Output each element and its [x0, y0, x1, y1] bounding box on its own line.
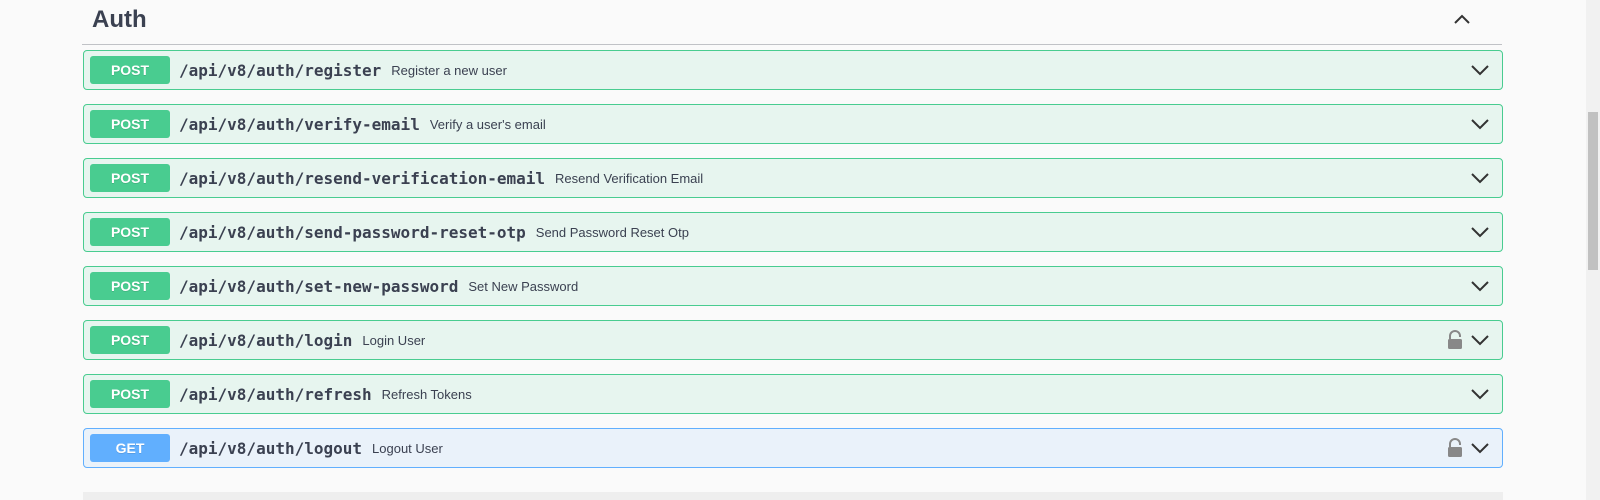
operation-summary-row: /api/v8/auth/send-password-reset-otp Sen… [179, 213, 689, 251]
method-badge: POST [90, 56, 170, 84]
operation-path: /api/v8/auth/login [179, 330, 353, 350]
scrollbar-thumb[interactable] [1588, 112, 1598, 270]
operation-path: /api/v8/auth/logout [179, 438, 363, 458]
section-header-auth[interactable]: Auth [82, 0, 1502, 45]
operation-summary: Verify a user's email [429, 116, 546, 132]
operation-summary-row: /api/v8/auth/verify-email Verify a user'… [179, 105, 546, 143]
operation-summary: Set New Password [468, 278, 579, 294]
operation-send-password-reset-otp[interactable]: POST /api/v8/auth/send-password-reset-ot… [83, 212, 1503, 252]
operation-logout[interactable]: GET /api/v8/auth/logout Logout User [83, 428, 1503, 468]
method-badge: POST [90, 164, 170, 192]
operation-register[interactable]: POST /api/v8/auth/register Register a ne… [83, 50, 1503, 90]
operation-path: /api/v8/auth/resend-verification-email [179, 168, 546, 188]
method-badge: POST [90, 110, 170, 138]
chevron-down-icon[interactable] [1468, 220, 1492, 244]
operation-summary-row: /api/v8/auth/register Register a new use… [179, 51, 507, 89]
operation-path: /api/v8/auth/set-new-password [179, 276, 459, 296]
operation-resend-verification-email[interactable]: POST /api/v8/auth/resend-verification-em… [83, 158, 1503, 198]
method-badge: POST [90, 380, 170, 408]
chevron-up-icon[interactable] [1450, 8, 1474, 32]
chevron-down-icon[interactable] [1468, 166, 1492, 190]
operation-summary: Refresh Tokens [381, 386, 472, 402]
operation-path: /api/v8/auth/register [179, 60, 382, 80]
method-badge: POST [90, 326, 170, 354]
operation-verify-email[interactable]: POST /api/v8/auth/verify-email Verify a … [83, 104, 1503, 144]
operation-summary-row: /api/v8/auth/login Login User [179, 321, 425, 359]
chevron-down-icon[interactable] [1468, 382, 1492, 406]
section-title: Auth [92, 6, 147, 33]
chevron-down-icon[interactable] [1468, 112, 1492, 136]
method-badge: GET [90, 434, 170, 462]
operation-summary-row: /api/v8/auth/resend-verification-email R… [179, 159, 703, 197]
operation-summary-row: /api/v8/auth/set-new-password Set New Pa… [179, 267, 578, 305]
method-badge: POST [90, 272, 170, 300]
operation-set-new-password[interactable]: POST /api/v8/auth/set-new-password Set N… [83, 266, 1503, 306]
operation-path: /api/v8/auth/verify-email [179, 114, 420, 134]
scrollbar[interactable] [1586, 0, 1600, 500]
operation-login[interactable]: POST /api/v8/auth/login Login User [83, 320, 1503, 360]
lock-icon[interactable] [1446, 330, 1464, 350]
chevron-down-icon[interactable] [1468, 328, 1492, 352]
method-badge: POST [90, 218, 170, 246]
chevron-down-icon[interactable] [1468, 436, 1492, 460]
operation-summary: Send Password Reset Otp [535, 224, 689, 240]
operation-path: /api/v8/auth/send-password-reset-otp [179, 222, 526, 242]
operation-summary: Logout User [372, 440, 443, 456]
operation-summary: Login User [362, 332, 426, 348]
operation-summary-row: /api/v8/auth/refresh Refresh Tokens [179, 375, 472, 413]
swagger-page: Auth POST /api/v8/auth/register Register… [0, 0, 1600, 500]
next-section-edge [83, 492, 1503, 500]
chevron-down-icon[interactable] [1468, 58, 1492, 82]
lock-icon[interactable] [1446, 438, 1464, 458]
operation-path: /api/v8/auth/refresh [179, 384, 372, 404]
operation-summary: Register a new user [391, 62, 507, 78]
operation-refresh[interactable]: POST /api/v8/auth/refresh Refresh Tokens [83, 374, 1503, 414]
operation-summary-row: /api/v8/auth/logout Logout User [179, 429, 443, 467]
operation-summary: Resend Verification Email [555, 170, 704, 186]
chevron-down-icon[interactable] [1468, 274, 1492, 298]
